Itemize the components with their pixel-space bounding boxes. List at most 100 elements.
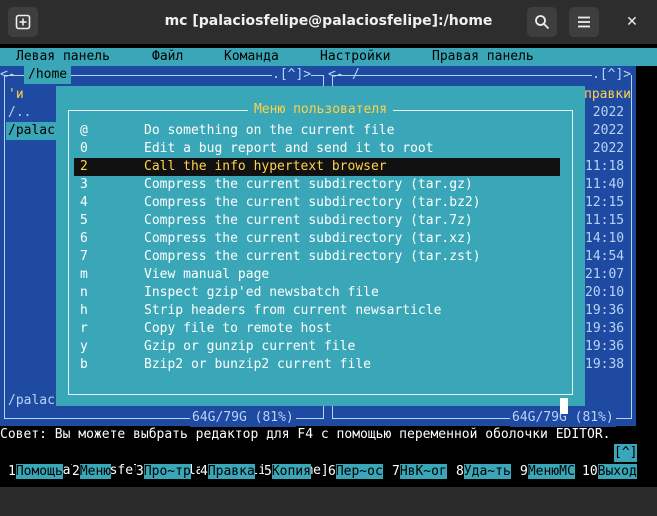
user-menu-item[interactable]: 4 Compress the current subdirectory (tar.… bbox=[74, 194, 560, 212]
user-menu-item[interactable]: 2 Call the info hypertext browser bbox=[74, 158, 560, 176]
user-menu-item[interactable]: 5 Compress the current subdirectory (tar.… bbox=[74, 212, 560, 230]
right-panel-time: 2022 bbox=[592, 123, 625, 138]
search-button[interactable] bbox=[527, 7, 557, 37]
user-menu-item-label: Copy file to remote host bbox=[144, 321, 332, 336]
user-menu-item-label: View manual page bbox=[144, 267, 270, 282]
user-menu-item[interactable]: y Gzip or gunzip current file bbox=[74, 338, 560, 356]
left-panel-footer: /palac bbox=[8, 393, 55, 408]
menu-button[interactable] bbox=[569, 7, 599, 37]
user-menu-item-key: b bbox=[80, 357, 88, 372]
fkey-label: Пер~ос bbox=[335, 464, 383, 479]
right-panel-corner: <- bbox=[328, 67, 344, 82]
user-menu-item-key: 2 bbox=[80, 159, 88, 174]
user-menu-item[interactable]: n Inspect gzip'ed newsbatch file bbox=[74, 284, 560, 302]
user-menu-item-label: Gzip or gunzip current file bbox=[144, 339, 356, 354]
right-panel-header-right[interactable]: .[^]> bbox=[592, 66, 632, 84]
fkey-4[interactable]: 4Правка bbox=[200, 463, 255, 481]
close-icon: ✕ bbox=[626, 14, 638, 30]
user-menu-item[interactable]: 3 Compress the current subdirectory (tar.… bbox=[74, 176, 560, 194]
terminal-window: mc [palaciosfelipe@palaciosfelipe]:/home… bbox=[0, 0, 657, 487]
dialog-title: Меню пользователя bbox=[247, 102, 394, 117]
user-menu-item-label: Compress the current subdirectory (tar.g… bbox=[144, 177, 473, 192]
search-icon bbox=[535, 15, 550, 30]
user-menu-item[interactable]: m View manual page bbox=[74, 266, 560, 284]
fkey-2[interactable]: 2Меню bbox=[72, 463, 112, 481]
fkey-5[interactable]: 5Копия bbox=[264, 463, 311, 481]
menu-right-panel[interactable]: Правая панель bbox=[432, 48, 534, 66]
user-menu-item-label: Compress the current subdirectory (tar.b… bbox=[144, 195, 481, 210]
fkey-number: 9 bbox=[520, 464, 528, 479]
user-menu-item-label: Strip headers from current newsarticle bbox=[144, 303, 442, 318]
fkey-number: 7 bbox=[392, 464, 400, 479]
user-menu-item-key: h bbox=[80, 303, 88, 318]
menu-left-panel[interactable]: Левая панель bbox=[16, 48, 110, 66]
cmdline-history-button[interactable]: [^] bbox=[614, 444, 638, 462]
left-panel-header-right[interactable]: .[^]> bbox=[272, 66, 312, 84]
user-menu-item-label: Do something on the current file bbox=[144, 123, 395, 138]
user-menu-item[interactable]: @ Do something on the current file bbox=[74, 122, 560, 140]
mc-menubar: Левая панель Файл Команда Настройки Прав… bbox=[0, 48, 657, 66]
user-menu-dialog: Меню пользователя @ Do something on the c… bbox=[56, 86, 585, 414]
hamburger-icon bbox=[578, 16, 590, 28]
function-key-bar: 1Помощь 2Меню 3Про~тр 4Правка 5Копия 6Пер~ос 7… bbox=[0, 463, 657, 481]
user-menu-item[interactable]: h Strip headers from current newsarticle bbox=[74, 302, 560, 320]
left-panel-row-selected[interactable]: /palac bbox=[6, 122, 58, 140]
fkey-10[interactable]: 10Выход bbox=[582, 463, 637, 481]
user-menu-item[interactable]: 6 Compress the current subdirectory (tar.… bbox=[74, 230, 560, 248]
left-panel-path: /home bbox=[24, 66, 72, 84]
right-panel-time: 11:18 bbox=[585, 159, 625, 174]
right-panel-time: 19:36 bbox=[585, 303, 625, 318]
fkey-3[interactable]: 3Про~тр bbox=[136, 463, 191, 481]
user-menu-item-label: Bzip2 or bunzip2 current file bbox=[144, 357, 371, 372]
user-menu-item[interactable]: r Copy file to remote host bbox=[74, 320, 560, 338]
user-menu-item-label: Edit a bug report and send it to root bbox=[144, 141, 434, 156]
user-menu-item-key: 4 bbox=[80, 195, 88, 210]
right-panel-time: 11:40 bbox=[585, 177, 625, 192]
left-panel-row[interactable]: /.. bbox=[8, 104, 31, 122]
right-panel-time: 19:36 bbox=[585, 339, 625, 354]
user-menu-item-key: m bbox=[80, 267, 88, 282]
menu-command[interactable]: Команда bbox=[224, 48, 279, 66]
user-menu-item-label: Call the info hypertext browser bbox=[144, 159, 387, 174]
user-menu-item-label: Compress the current subdirectory (tar.x… bbox=[144, 231, 473, 246]
user-menu-item-key: y bbox=[80, 339, 88, 354]
right-panel-time: 2022 bbox=[592, 141, 625, 156]
fkey-1[interactable]: 1Помощь bbox=[8, 463, 63, 481]
dialog-scroll-cursor bbox=[560, 398, 568, 414]
left-panel-corner: <- bbox=[0, 67, 16, 82]
fkey-number: 10 bbox=[582, 464, 598, 479]
user-menu-item[interactable]: 0 Edit a bug report and send it to root bbox=[74, 140, 560, 158]
fkey-8[interactable]: 8Уда~ть bbox=[456, 463, 511, 481]
fkey-label: МенюМС bbox=[527, 464, 575, 479]
right-panel-time: 12:15 bbox=[585, 195, 625, 210]
fkey-label: Про~тр bbox=[143, 464, 191, 479]
fkey-9[interactable]: 9МенюМС bbox=[520, 463, 575, 481]
menu-file[interactable]: Файл bbox=[152, 48, 183, 66]
fkey-number: 6 bbox=[328, 464, 336, 479]
window-title: mc [palaciosfelipe@palaciosfelipe]:/home bbox=[164, 13, 493, 29]
terminal-area[interactable]: Левая панель Файл Команда Настройки Прав… bbox=[0, 44, 657, 487]
user-menu-item-label: Compress the current subdirectory (tar.7… bbox=[144, 213, 473, 228]
fkey-number: 3 bbox=[136, 464, 144, 479]
user-menu-item[interactable]: 7 Compress the current subdirectory (tar.… bbox=[74, 248, 560, 266]
menu-options[interactable]: Настройки bbox=[320, 48, 390, 66]
fkey-number: 1 bbox=[8, 464, 16, 479]
right-panel-col-label: правки bbox=[584, 87, 631, 102]
fkey-number: 4 bbox=[200, 464, 208, 479]
fkey-6[interactable]: 6Пер~ос bbox=[328, 463, 383, 481]
user-menu-item[interactable]: b Bzip2 or bunzip2 current file bbox=[74, 356, 560, 374]
user-menu-item-label: Inspect gzip'ed newsbatch file bbox=[144, 285, 379, 300]
command-line[interactable]: [palaciosfelipe@palaciosfelipe home]$ [^… bbox=[0, 444, 657, 478]
right-panel-time: 20:10 bbox=[585, 285, 625, 300]
fkey-label: Уда~ть bbox=[463, 464, 511, 479]
hint-line: Совет: Вы можете выбрать редактор для F4… bbox=[0, 427, 611, 442]
title-bar: mc [palaciosfelipe@palaciosfelipe]:/home… bbox=[0, 0, 657, 44]
dialog-title-wrap: Меню пользователя bbox=[56, 102, 585, 117]
close-button[interactable]: ✕ bbox=[621, 11, 643, 33]
user-menu-item-key: 5 bbox=[80, 213, 88, 228]
user-menu-item-key: @ bbox=[80, 123, 88, 138]
fkey-label: Копия bbox=[271, 464, 311, 479]
right-panel-path: / bbox=[352, 67, 360, 82]
user-menu-item-key: r bbox=[80, 321, 88, 336]
fkey-7[interactable]: 7НвК~ог bbox=[392, 463, 447, 481]
